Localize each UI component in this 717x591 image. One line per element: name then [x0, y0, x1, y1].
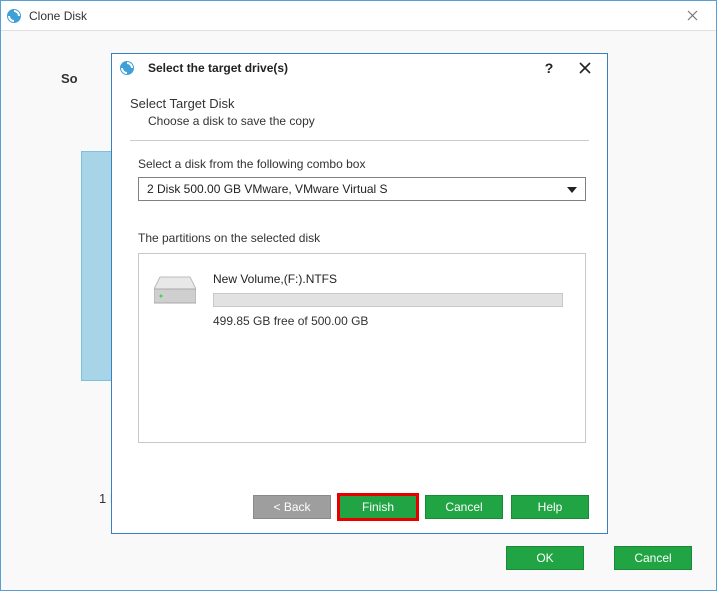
dialog-footer: < Back Finish Cancel Help	[253, 495, 589, 519]
combo-selected-value: 2 Disk 500.00 GB VMware, VMware Virtual …	[147, 182, 388, 196]
dialog-close-button[interactable]	[569, 56, 601, 80]
usage-bar	[213, 293, 563, 307]
partitions-label: The partitions on the selected disk	[138, 231, 589, 245]
ok-button[interactable]: OK	[506, 546, 584, 570]
divider	[130, 140, 589, 141]
main-titlebar: Clone Disk	[1, 1, 716, 31]
close-icon	[687, 10, 698, 21]
partition-info: New Volume,(F:).NTFS 499.85 GB free of 5…	[213, 272, 571, 328]
volume-name: New Volume,(F:).NTFS	[213, 272, 571, 286]
finish-button[interactable]: Finish	[339, 495, 417, 519]
main-footer-buttons: OK Cancel	[506, 546, 692, 570]
partitions-box: New Volume,(F:).NTFS 499.85 GB free of 5…	[138, 253, 586, 443]
cancel-button[interactable]: Cancel	[614, 546, 692, 570]
combo-label: Select a disk from the following combo b…	[138, 157, 589, 171]
dialog-cancel-button[interactable]: Cancel	[425, 495, 503, 519]
main-window-title: Clone Disk	[29, 9, 87, 23]
free-space-label: 499.85 GB free of 500.00 GB	[213, 314, 571, 328]
back-button[interactable]: < Back	[253, 495, 331, 519]
main-close-button[interactable]	[672, 2, 712, 30]
disk-icon	[153, 272, 197, 312]
dialog-heading: Select Target Disk	[130, 96, 589, 111]
dialog-help-button[interactable]: ?	[535, 56, 563, 80]
dialog-subheading: Choose a disk to save the copy	[148, 114, 589, 128]
target-disk-combo[interactable]: 2 Disk 500.00 GB VMware, VMware Virtual …	[138, 177, 586, 201]
dialog-title: Select the target drive(s)	[148, 61, 288, 75]
partition-row: New Volume,(F:).NTFS 499.85 GB free of 5…	[153, 272, 571, 328]
select-target-dialog: Select the target drive(s) ? Select Targ…	[111, 53, 608, 534]
close-icon	[579, 62, 591, 74]
dialog-app-icon	[118, 59, 136, 77]
app-icon	[5, 7, 23, 25]
chevron-down-icon	[567, 182, 577, 196]
dialog-titlebar: Select the target drive(s) ?	[112, 54, 607, 82]
dialog-body: Select Target Disk Choose a disk to save…	[112, 82, 607, 443]
help-button[interactable]: Help	[511, 495, 589, 519]
